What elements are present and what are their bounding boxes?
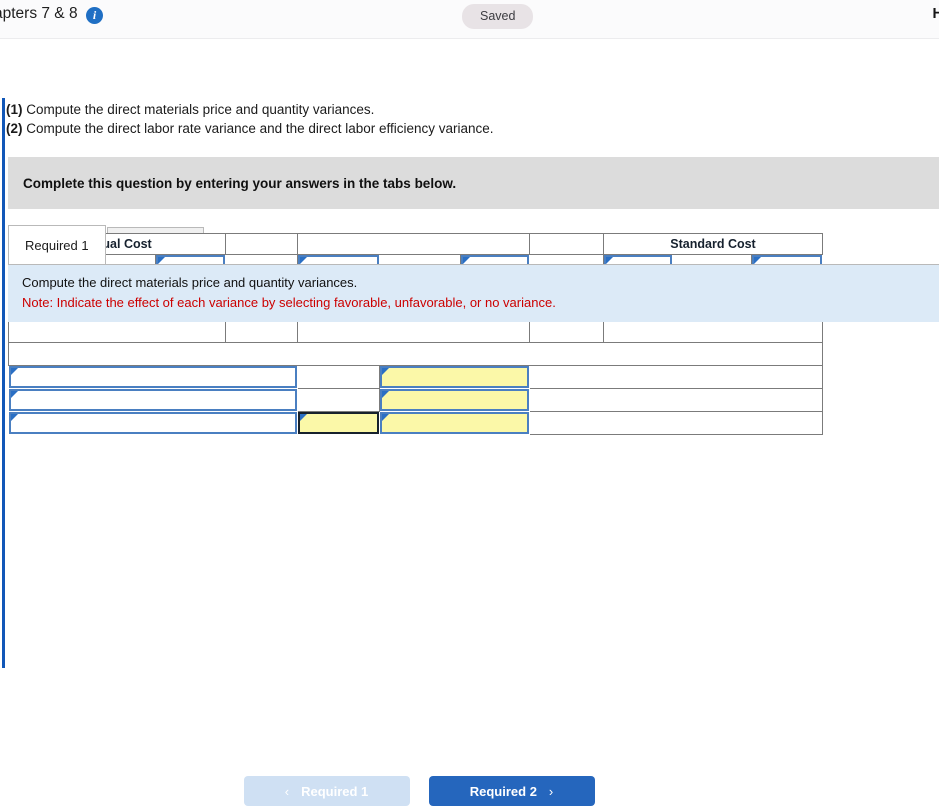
tab-panel-required-1: Compute the direct materials price and q… bbox=[8, 264, 939, 322]
saved-status-badge: Saved bbox=[462, 4, 534, 29]
table-blank-row bbox=[7, 342, 824, 366]
panel-note: Note: Indicate the effect of each varian… bbox=[22, 295, 556, 310]
input-variance-label-2[interactable] bbox=[9, 389, 297, 411]
cell-variance-amount-1[interactable] bbox=[297, 365, 380, 389]
bridge-actual-span bbox=[8, 321, 226, 343]
input-variance-effect-3[interactable] bbox=[380, 412, 530, 434]
instruction-item-2: (2) Compute the direct labor rate varian… bbox=[6, 120, 939, 139]
header-standard-cost: Standard Cost bbox=[603, 233, 824, 255]
tab-required-1[interactable]: Required 1 bbox=[8, 225, 106, 264]
bridge-standard-span bbox=[603, 321, 824, 343]
table-header-row: Actual Cost Standard Cost bbox=[8, 233, 824, 255]
table-row bbox=[8, 365, 824, 389]
instruction-text-2: Compute the direct labor rate variance a… bbox=[26, 120, 494, 136]
variance-row-1-tail bbox=[529, 365, 824, 389]
cell-variance-effect-1[interactable] bbox=[379, 365, 530, 389]
input-variance-label-1[interactable] bbox=[9, 366, 297, 388]
bridge-middle-span bbox=[296, 321, 531, 343]
header-gap-right bbox=[529, 233, 605, 255]
next-required-2-button[interactable]: Required 2 › bbox=[428, 776, 595, 806]
cell-variance-effect-3[interactable] bbox=[379, 411, 530, 435]
chevron-right-icon: › bbox=[548, 783, 554, 799]
header-gap-left bbox=[225, 233, 298, 255]
input-variance-label-3[interactable] bbox=[9, 412, 297, 434]
info-icon[interactable]: i bbox=[86, 7, 103, 24]
table-row bbox=[8, 388, 824, 412]
table-row bbox=[8, 411, 824, 435]
tab-required-1-label: Required 1 bbox=[25, 237, 89, 253]
app-header-bar: apters 7 & 8 i Saved He bbox=[0, 0, 939, 39]
cell-variance-amount-3[interactable] bbox=[297, 411, 380, 435]
blank-row-cell bbox=[7, 342, 824, 366]
cell-variance-label-3[interactable] bbox=[8, 411, 298, 435]
complete-question-banner: Complete this question by entering your … bbox=[8, 157, 939, 209]
variance-row-3-tail bbox=[529, 411, 824, 435]
cell-variance-label-2[interactable] bbox=[8, 388, 298, 412]
instruction-number-2: (2) bbox=[6, 120, 23, 136]
prev-required-1-label: Required 1 bbox=[301, 783, 369, 799]
bridge-cell-left-yellow[interactable] bbox=[225, 321, 298, 343]
assignment-title: apters 7 & 8 bbox=[0, 5, 78, 22]
next-required-2-label: Required 2 bbox=[469, 783, 537, 799]
input-variance-effect-2[interactable] bbox=[380, 389, 530, 411]
help-link[interactable]: He bbox=[932, 6, 939, 22]
bridge-cell-right-yellow[interactable] bbox=[529, 321, 605, 343]
prev-required-1-button[interactable]: ‹ Required 1 bbox=[243, 776, 410, 806]
chevron-left-icon: ‹ bbox=[284, 783, 290, 799]
variance-row-2-tail bbox=[529, 388, 824, 412]
panel-prompt: Compute the direct materials price and q… bbox=[22, 275, 358, 290]
requirement-nav: ‹ Required 1 Required 2 › bbox=[8, 776, 830, 806]
cell-variance-amount-2[interactable] bbox=[297, 388, 380, 412]
question-content: (1) Compute the direct materials price a… bbox=[0, 98, 939, 322]
cell-variance-label-1[interactable] bbox=[8, 365, 298, 389]
instruction-item-1: (1) Compute the direct materials price a… bbox=[6, 101, 939, 120]
complete-question-text: Complete this question by entering your … bbox=[23, 175, 457, 191]
instruction-text-1: Compute the direct materials price and q… bbox=[26, 102, 375, 117]
input-variance-effect-1[interactable] bbox=[380, 366, 530, 388]
header-middle-blank bbox=[296, 233, 531, 255]
table-bridge-row bbox=[8, 321, 824, 343]
instructions-list: (1) Compute the direct materials price a… bbox=[0, 98, 939, 138]
input-variance-amount-3[interactable] bbox=[298, 412, 379, 434]
cell-variance-effect-2[interactable] bbox=[379, 388, 530, 412]
instruction-number-1: (1) bbox=[6, 102, 23, 117]
